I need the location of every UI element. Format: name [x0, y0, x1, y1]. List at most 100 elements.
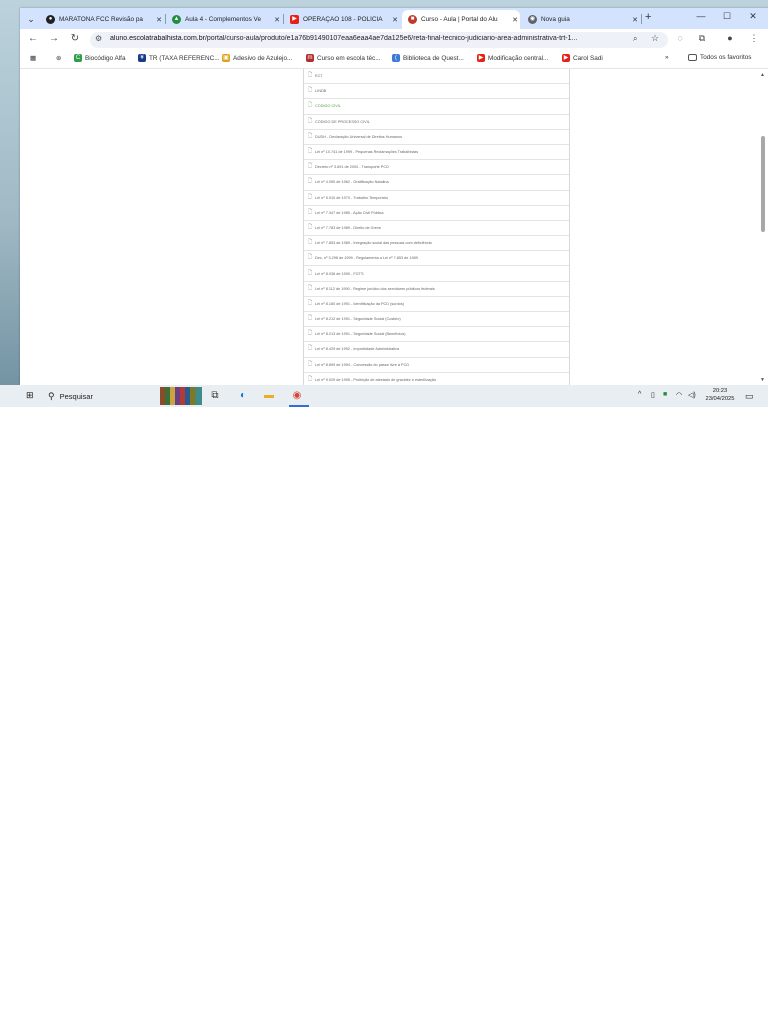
document-icon: 🗋	[308, 330, 313, 337]
bookmark-tr[interactable]: ¥ TR (TAXA REFERENC...	[138, 54, 220, 62]
apps-grid-icon[interactable]: ▦	[30, 54, 36, 62]
bookmark-biblioteca[interactable]: (Biblioteca de Quest...	[392, 54, 464, 62]
lesson-item[interactable]: 🗋 LINDB	[304, 84, 569, 100]
lesson-item[interactable]: 🗋 Lei nº 8.112 de 1990 - Regime jurídico …	[304, 282, 569, 297]
folder-icon	[688, 54, 697, 61]
browser-window: ⌄ ● MARATONA FCC Revisão pa ✕ ▲ Aula 4 -…	[20, 8, 768, 385]
extension-icon[interactable]: ◌	[674, 33, 686, 43]
volume-icon[interactable]: ◁)	[688, 391, 696, 399]
lesson-item[interactable]: 🗋 Lei nº 9.029 de 1995 - Proibição de ate…	[304, 373, 569, 385]
minimize-button[interactable]: —	[691, 11, 711, 21]
lesson-item[interactable]: 🗋 Lei nº 8.212 de 1991 - Seguridade Socia…	[304, 312, 569, 328]
reload-button[interactable]: ↻	[68, 33, 82, 44]
battery-icon[interactable]: ▯	[651, 391, 655, 399]
page-content: 🗋 ECT 🗋 LINDB 🗋 CÓDIGO CIVIL 🗋 CÓDIGO DE PROCES…	[20, 69, 768, 385]
tab-close-icon[interactable]: ✕	[510, 16, 520, 24]
taskbar-clock[interactable]: 20:23 23/04/2025	[702, 387, 738, 403]
maximize-button[interactable]: ☐	[717, 11, 737, 22]
tray-overflow-icon[interactable]: ^	[638, 391, 641, 398]
scroll-down-icon[interactable]: ▼	[760, 377, 765, 383]
file-explorer-icon[interactable]: ▬	[262, 389, 276, 403]
forward-button[interactable]: →	[47, 33, 61, 44]
clock-date: 23/04/2025	[705, 396, 735, 402]
bookmark-curso-escola[interactable]: m Curso em escola téc...	[306, 54, 381, 62]
site-info-icon[interactable]: ⚙	[95, 34, 102, 43]
task-view-icon[interactable]: ⧉	[208, 389, 222, 403]
lesson-item[interactable]: 🗋 Lei nº 10.741 de 1999 - Pequenas Reclam…	[304, 145, 569, 161]
scroll-up-icon[interactable]: ▲	[760, 72, 765, 78]
tab-title: MARATONA FCC Revisão pa	[59, 16, 143, 23]
lesson-item[interactable]: 🗋 Lei nº 8.213 de 1991 - Seguridade Socia…	[304, 327, 569, 343]
lesson-item-label: Lei nº 4.090 de 1962 - Gratificação Nata…	[315, 180, 389, 185]
taskbar-search[interactable]: ⚲ Pesquisar	[48, 388, 148, 404]
chrome-taskbar-icon[interactable]: ◉	[290, 389, 304, 403]
bookmark-modificacao[interactable]: ▶ Modificação central...	[477, 54, 548, 62]
bookmark-star-icon[interactable]: ☆	[651, 33, 659, 44]
lesson-item[interactable]: 🗋 Dec. nº 3.298 de 1999 - Regulamenta a L…	[304, 251, 569, 267]
lesson-item[interactable]: 🗋 Lei nº 8.429 de 1992 - Improbidade Admi…	[304, 342, 569, 358]
lesson-item[interactable]: 🗋 ECT	[304, 69, 569, 85]
document-icon: 🗋	[308, 72, 313, 79]
bookmark-label: Carol Sadi	[573, 54, 603, 62]
lesson-item-label: CÓDIGO CIVIL	[315, 104, 341, 109]
tab-close-icon[interactable]: ✕	[630, 16, 640, 24]
lesson-item[interactable]: 🗋 Lei nº 7.347 de 1985 - Ação Civil Públi…	[304, 206, 569, 221]
document-icon: 🗋	[308, 102, 313, 109]
lesson-item[interactable]: 🗋 Lei nº 4.090 de 1962 - Gratificação Nat…	[304, 175, 569, 191]
tab-maratona-fcc[interactable]: ● MARATONA FCC Revisão pa ✕	[40, 10, 164, 29]
edge-icon[interactable]: ◐	[236, 389, 250, 403]
notifications-icon[interactable]: ▭	[745, 391, 754, 402]
lesson-item-label: Lei nº 8.429 de 1992 - Improbidade Admin…	[315, 347, 400, 352]
bookmark-label: Biocódigo Alfa	[85, 54, 126, 62]
tab-search-icon[interactable]: ⌄	[24, 12, 38, 26]
page-scrollbar[interactable]: ▲ ▼	[759, 69, 768, 385]
tab-curso-aula[interactable]: ■ Curso - Aula | Portal do Alu ✕	[402, 10, 520, 29]
tab-aula-4[interactable]: ▲ Aula 4 - Complementos Ve ✕	[166, 10, 282, 29]
lesson-item-label: Lei nº 8.160 de 1991 - Identificação da …	[315, 301, 405, 306]
taskbar-books-image	[160, 387, 202, 405]
lesson-item[interactable]: 🗋 CÓDIGO DE PROCESSO CIVIL	[304, 115, 569, 130]
menu-kebab-icon[interactable]: ⋮	[748, 33, 760, 44]
lesson-item[interactable]: 🗋 Decreto nº 3.691 de 2000 - Transporte P…	[304, 160, 569, 176]
lesson-item[interactable]: 🗋 Lei nº 7.853 de 1989 - Integração socia…	[304, 236, 569, 252]
tile-icon: ▣	[222, 54, 230, 62]
back-button[interactable]: ←	[26, 33, 40, 44]
lesson-item[interactable]: 🗋 Lei nº 5.010 de 1970 - Trabalho Temporá…	[304, 191, 569, 206]
lesson-item[interactable]: 🗋 CÓDIGO CIVIL	[304, 99, 569, 115]
address-bar[interactable]: ⚙ aluno.escolatrabalhista.com.br/portal/…	[90, 32, 668, 48]
all-bookmarks-button[interactable]: Todos os favoritos	[688, 54, 752, 61]
lesson-item-label: ECT	[315, 74, 323, 79]
lesson-item[interactable]: 🗋 Lei nº 8.899 de 1994 - Concessão do pas…	[304, 358, 569, 373]
bookmark-carol-sadi[interactable]: ▶ Carol Sadi	[562, 54, 603, 62]
tab-close-icon[interactable]: ✕	[154, 16, 164, 24]
tab-nova-guia[interactable]: ◉ Nova guia ✕	[522, 10, 640, 29]
tab-title: Curso - Aula | Portal do Alu	[421, 16, 498, 23]
lesson-item[interactable]: 🗋 Lei nº 7.783 de 1989 - Direito de Greve	[304, 221, 569, 237]
tab-close-icon[interactable]: ✕	[390, 16, 400, 24]
windows-start-icon[interactable]: ⊞	[26, 390, 34, 401]
lesson-item-label: Lei nº 8.112 de 1990 - Regime jurídico d…	[315, 286, 435, 291]
zoom-icon[interactable]: ⌕	[633, 34, 637, 44]
lesson-item[interactable]: 🗋 Lei nº 8.036 de 1990 - FGTS	[304, 266, 569, 282]
bookmarks-overflow-button[interactable]: »	[665, 54, 669, 61]
close-window-button[interactable]: ✕	[743, 11, 763, 22]
bookmark-adesivo[interactable]: ▣ Adesivo de Azulejo...	[222, 54, 292, 62]
lesson-item-label: Lei nº 9.029 de 1995 - Proibição de ates…	[315, 377, 437, 382]
lesson-item[interactable]: 🗋 DUDH - Declaração Universal de Direitos…	[304, 130, 569, 145]
chatgpt-icon[interactable]: ⊛	[56, 54, 61, 62]
scrollbar-thumb[interactable]	[761, 136, 765, 232]
wifi-icon[interactable]: ◠	[676, 391, 682, 399]
extensions-puzzle-icon[interactable]: ⧉	[696, 33, 708, 44]
lesson-item-label: Lei nº 7.783 de 1989 - Direito de Greve	[315, 225, 382, 230]
profile-avatar-icon[interactable]: ●	[724, 33, 736, 43]
new-tab-button[interactable]: +	[645, 11, 651, 23]
lesson-item-label: Lei nº 8.036 de 1990 - FGTS	[315, 271, 364, 276]
bookmark-label: Modificação central...	[488, 54, 549, 62]
lesson-item-label: Lei nº 7.347 de 1985 - Ação Civil Públic…	[315, 210, 384, 215]
tab-close-icon[interactable]: ✕	[272, 16, 282, 24]
tab-operacao-108[interactable]: ▶ OPERAÇÃO 108 - POLÍCIA ✕	[284, 10, 400, 29]
bookmark-biocodigo[interactable]: C Biocódigo Alfa	[74, 54, 126, 62]
security-icon[interactable]: ■	[663, 391, 667, 398]
document-icon: 🗋	[308, 254, 313, 261]
lesson-item[interactable]: 🗋 Lei nº 8.160 de 1991 - Identificação da…	[304, 297, 569, 312]
